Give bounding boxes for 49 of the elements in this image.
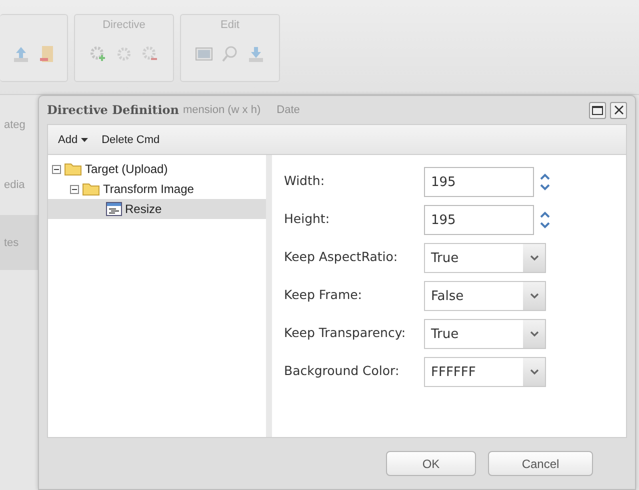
number-field[interactable]: 195 <box>424 205 534 235</box>
caret-icon <box>530 369 538 375</box>
dropdown[interactable]: True <box>424 243 546 273</box>
tree-item[interactable]: Target (Upload) <box>48 159 266 179</box>
folder-icon <box>64 162 82 176</box>
dropdown[interactable]: True <box>424 319 546 349</box>
list-icon <box>106 202 122 216</box>
side-label: edia <box>3 178 26 193</box>
search-icon[interactable] <box>221 45 239 63</box>
book-icon[interactable] <box>38 45 56 63</box>
caret-icon <box>530 331 538 337</box>
maximize-button[interactable] <box>589 102 606 118</box>
gear-plus-icon[interactable] <box>89 45 107 63</box>
number-field[interactable]: 195 <box>424 167 534 197</box>
close-button[interactable] <box>610 102 627 118</box>
field-label: Keep Transparency: <box>284 324 407 340</box>
group-label: Edit <box>220 18 240 33</box>
gear-icon[interactable] <box>115 45 133 63</box>
gear-minus-icon[interactable] <box>141 45 159 63</box>
dropdown[interactable]: False <box>424 281 546 311</box>
maximize-icon <box>592 106 603 114</box>
column-header: mension (w x h) <box>183 104 261 116</box>
delete-button[interactable]: Delete Cmd <box>100 132 162 148</box>
caret-icon <box>530 255 538 261</box>
folder-icon <box>82 182 100 196</box>
dialog-title: Directive Definition <box>47 103 179 117</box>
caret-icon <box>530 293 538 299</box>
group-label: Directive <box>102 18 146 33</box>
cancel-button[interactable]: Cancel <box>488 451 593 476</box>
close-icon <box>614 105 624 115</box>
side-label: ateg <box>3 118 26 133</box>
field-label: Background Color: <box>284 362 400 378</box>
add-menu[interactable]: Add <box>56 132 90 148</box>
side-label: tes <box>0 215 40 270</box>
dropdown[interactable]: FFFFFF <box>424 357 546 387</box>
download-icon[interactable] <box>247 45 265 63</box>
upload-icon[interactable] <box>12 45 30 63</box>
caret-icon <box>80 138 88 142</box>
tree-item[interactable]: Transform Image <box>48 179 266 199</box>
field-label: Keep Frame: <box>284 286 364 302</box>
image-icon[interactable] <box>195 45 213 63</box>
field-label: Keep AspectRatio: <box>284 248 399 264</box>
tree-item[interactable]: Resize <box>48 199 266 219</box>
field-label: Width: <box>284 172 326 188</box>
column-header: Date <box>276 104 300 116</box>
collapse-icon[interactable] <box>52 164 61 174</box>
field-label: Height: <box>284 210 331 226</box>
collapse-icon[interactable] <box>70 184 79 194</box>
ok-button[interactable]: OK <box>386 451 476 476</box>
